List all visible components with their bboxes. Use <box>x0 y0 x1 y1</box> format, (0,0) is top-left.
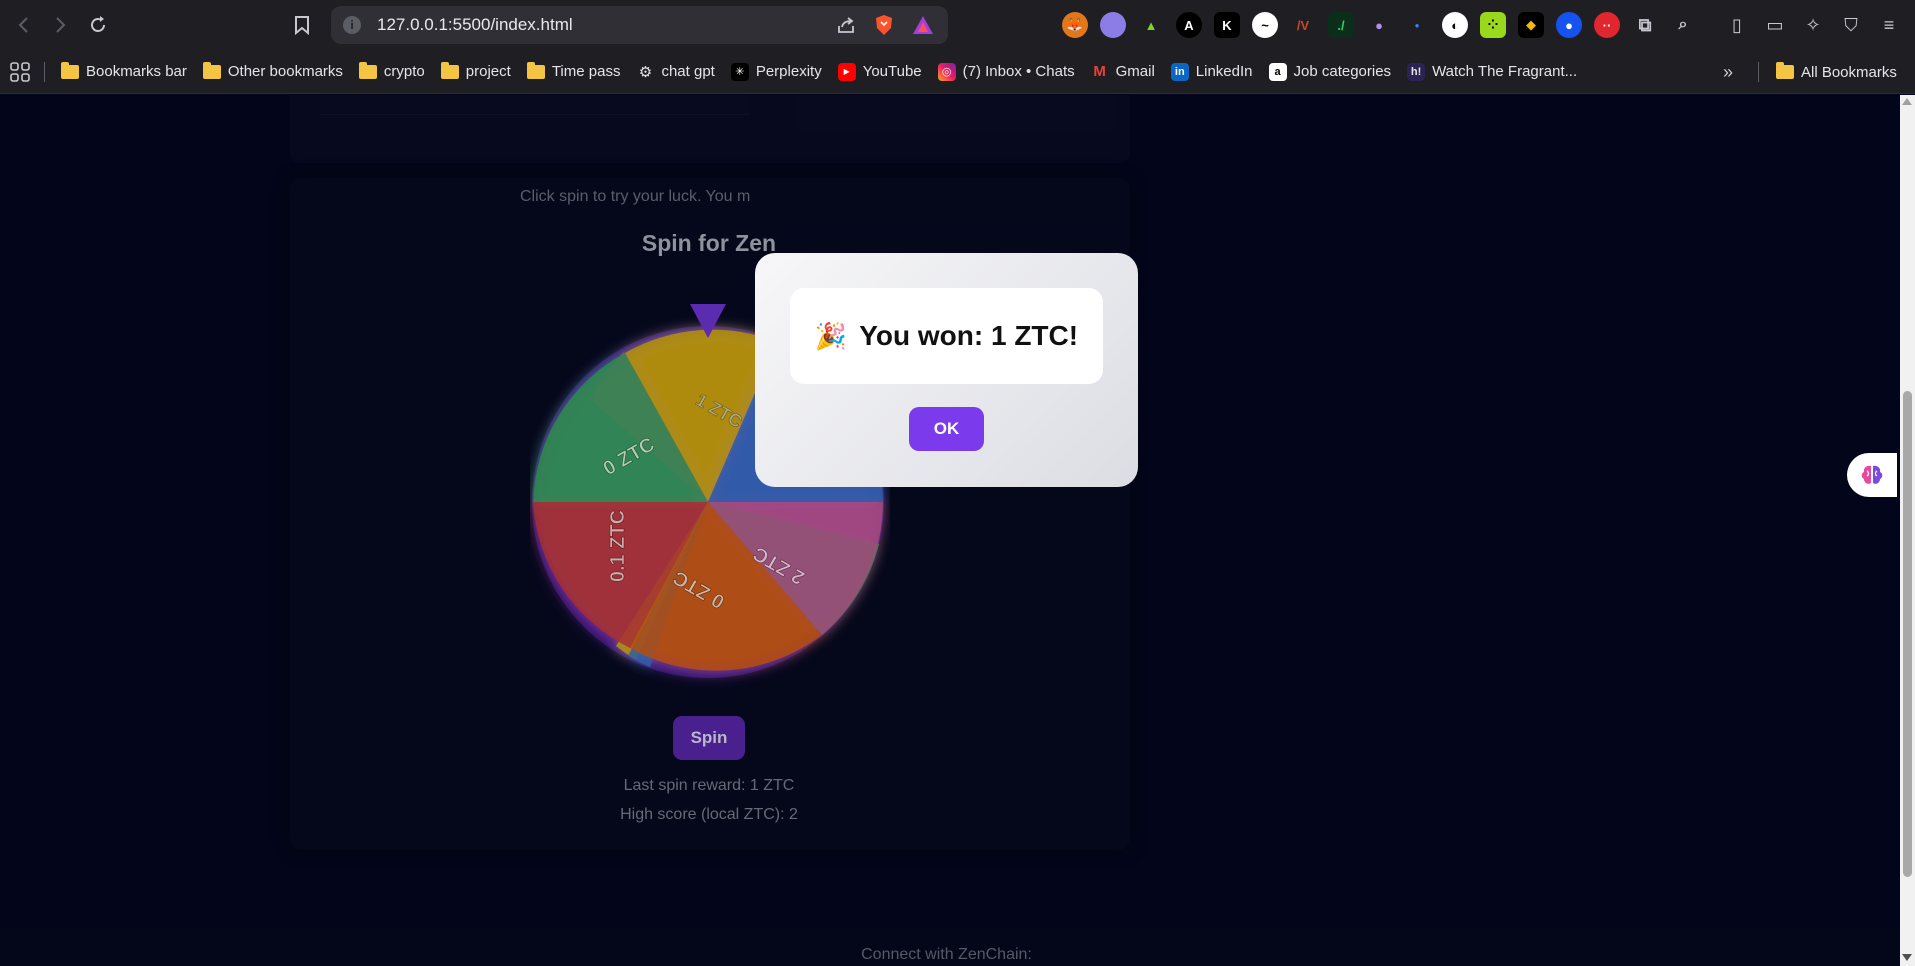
forward-button[interactable] <box>42 7 78 43</box>
high-score: High score (local ZTC): 2 <box>620 806 798 823</box>
dice-extension-icon[interactable]: ⁘ <box>1480 12 1506 38</box>
connect-text: Connect with ZenChain: <box>861 946 1032 963</box>
ghost-extension-icon[interactable] <box>1100 12 1126 38</box>
gmail-icon: M <box>1093 63 1106 80</box>
bookmark-gmail[interactable]: M Gmail <box>1083 57 1163 87</box>
wave-extension-icon[interactable]: ~ <box>1252 12 1278 38</box>
folder-icon <box>358 61 377 79</box>
win-message: You won: 1 ZTC! <box>859 320 1079 351</box>
brain-icon <box>1861 465 1883 484</box>
extensions-row: 🦊 ▲ A K ~ /V ./ ● ● ◐ ⁘ ◆ ● ·· ⧉ ⌕ <box>1062 10 1696 40</box>
site-info-icon[interactable]: i <box>343 16 361 34</box>
spin-button[interactable]: Spin <box>673 716 745 760</box>
spin-title: Spin for Zen <box>641 230 777 256</box>
last-spin-reward: Last spin reward: 1 ZTC <box>623 777 795 794</box>
scroll-down-arrow-icon[interactable] <box>1902 954 1912 961</box>
youtube-icon: ▶ <box>837 62 856 81</box>
bookmark-chat-gpt[interactable]: ⚙ chat gpt <box>628 57 722 87</box>
apps-grid-icon <box>10 61 30 82</box>
wallet-icon[interactable]: ▭ <box>1763 13 1787 37</box>
keplr-extension-icon[interactable]: K <box>1214 12 1240 38</box>
bookmark-project[interactable]: project <box>433 57 519 87</box>
bookmark-page-button[interactable] <box>284 7 320 43</box>
perplexity-icon: ✳ <box>730 62 749 81</box>
chart-extension-icon[interactable]: ▲ <box>1138 12 1164 38</box>
previous-section-inner-left <box>320 95 750 115</box>
chevron-double-right-icon: » <box>1723 61 1734 82</box>
bookmark-watch-fragrant[interactable]: h! Watch The Fragrant... <box>1399 57 1585 87</box>
page-content <box>0 95 1900 966</box>
pacman-extension-icon[interactable]: ·· <box>1594 12 1620 38</box>
spin-subtitle: Click spin to try your luck. You m <box>520 188 751 205</box>
vpn-shield-icon[interactable]: ⛉ <box>1839 13 1863 37</box>
scrollbar-thumb[interactable] <box>1903 391 1912 877</box>
previous-section-card <box>290 95 1130 163</box>
folder-icon <box>440 61 459 79</box>
metamask-extension-icon[interactable]: 🦊 <box>1062 12 1088 38</box>
nv-extension-icon[interactable]: /V <box>1290 12 1316 38</box>
address-bar[interactable]: i 127.0.0.1:5500/index.html <box>331 6 948 44</box>
binance-extension-icon[interactable]: ◆ <box>1518 12 1544 38</box>
brave-rewards-icon[interactable] <box>912 15 934 35</box>
forward-arrow-icon <box>56 17 66 33</box>
bulb-extension-icon[interactable]: ● <box>1366 12 1392 38</box>
bookmark-linkedin[interactable]: in LinkedIn <box>1163 57 1261 87</box>
puzzle-extensions-icon[interactable]: ⧉ <box>1632 12 1658 38</box>
browser-toolbar: i 127.0.0.1:5500/index.html 🦊 ▲ A K ~ /V… <box>0 0 1915 50</box>
scroll-up-arrow-icon[interactable] <box>1902 98 1912 105</box>
coinbase-extension-icon[interactable]: ● <box>1556 12 1582 38</box>
bookmark-job-categories[interactable]: a Job categories <box>1261 57 1400 87</box>
address-url[interactable]: 127.0.0.1:5500/index.html <box>377 15 836 35</box>
bookmark-instagram-inbox[interactable]: ◎ (7) Inbox • Chats <box>930 57 1083 87</box>
screenshot-extension-icon[interactable]: ⌕ <box>1670 12 1696 38</box>
reload-button[interactable] <box>80 7 116 43</box>
aptos-extension-icon[interactable]: A <box>1176 12 1202 38</box>
browser-right-tools: ▯ ▭ ✧ ⛉ ≡ <box>1725 10 1901 40</box>
back-button[interactable] <box>6 7 42 43</box>
floating-assistant-button[interactable] <box>1847 453 1897 497</box>
folder-icon <box>526 61 545 79</box>
bookmark-bookmarks-bar[interactable]: Bookmarks bar <box>53 57 195 87</box>
win-dialog: 🎉 You won: 1 ZTC! OK <box>755 253 1138 487</box>
bookmark-youtube[interactable]: ▶ YouTube <box>830 57 930 87</box>
bookmarks-bar: Bookmarks bar Other bookmarks crypto pro… <box>0 50 1915 94</box>
menu-icon[interactable]: ≡ <box>1877 13 1901 37</box>
reload-icon <box>91 16 105 32</box>
wheel-label-01ztc: 0.1 ZTC <box>607 510 629 582</box>
bookmark-perplexity[interactable]: ✳ Perplexity <box>723 57 830 87</box>
apps-grid-button[interactable] <box>0 57 44 87</box>
bookmark-crypto[interactable]: crypto <box>351 57 433 87</box>
bookmark-time-pass[interactable]: Time pass <box>519 57 629 87</box>
win-message-box: 🎉 You won: 1 ZTC! <box>790 288 1103 384</box>
hianime-icon: h! <box>1407 62 1426 81</box>
folder-icon <box>61 61 79 79</box>
back-arrow-icon <box>18 17 28 33</box>
chatgpt-icon: ⚙ <box>638 63 653 81</box>
more-bookmarks-button[interactable]: » <box>1715 57 1741 87</box>
bookmark-all-bookmarks[interactable]: All Bookmarks <box>1768 57 1905 87</box>
bookmark-other-bookmarks[interactable]: Other bookmarks <box>195 57 351 87</box>
leo-ai-icon[interactable]: ✧ <box>1801 13 1825 37</box>
previous-section-inner-right <box>795 95 1115 131</box>
yinyang-extension-icon[interactable]: ◐ <box>1442 12 1468 38</box>
folder-icon <box>1776 62 1794 79</box>
dot-extension-icon[interactable]: ● <box>1404 12 1430 38</box>
brave-shields-icon[interactable] <box>874 14 894 36</box>
folder-icon <box>202 61 221 79</box>
sidebar-toggle-icon[interactable]: ▯ <box>1725 13 1749 37</box>
terminal-extension-icon[interactable]: ./ <box>1328 12 1354 38</box>
bookmark-icon <box>295 16 309 35</box>
linkedin-icon: in <box>1170 62 1189 81</box>
party-popper-icon: 🎉 <box>814 320 848 351</box>
amazon-icon: a <box>1268 62 1287 81</box>
ok-button[interactable]: OK <box>909 407 984 451</box>
instagram-icon: ◎ <box>937 62 956 81</box>
share-icon[interactable] <box>836 15 856 35</box>
